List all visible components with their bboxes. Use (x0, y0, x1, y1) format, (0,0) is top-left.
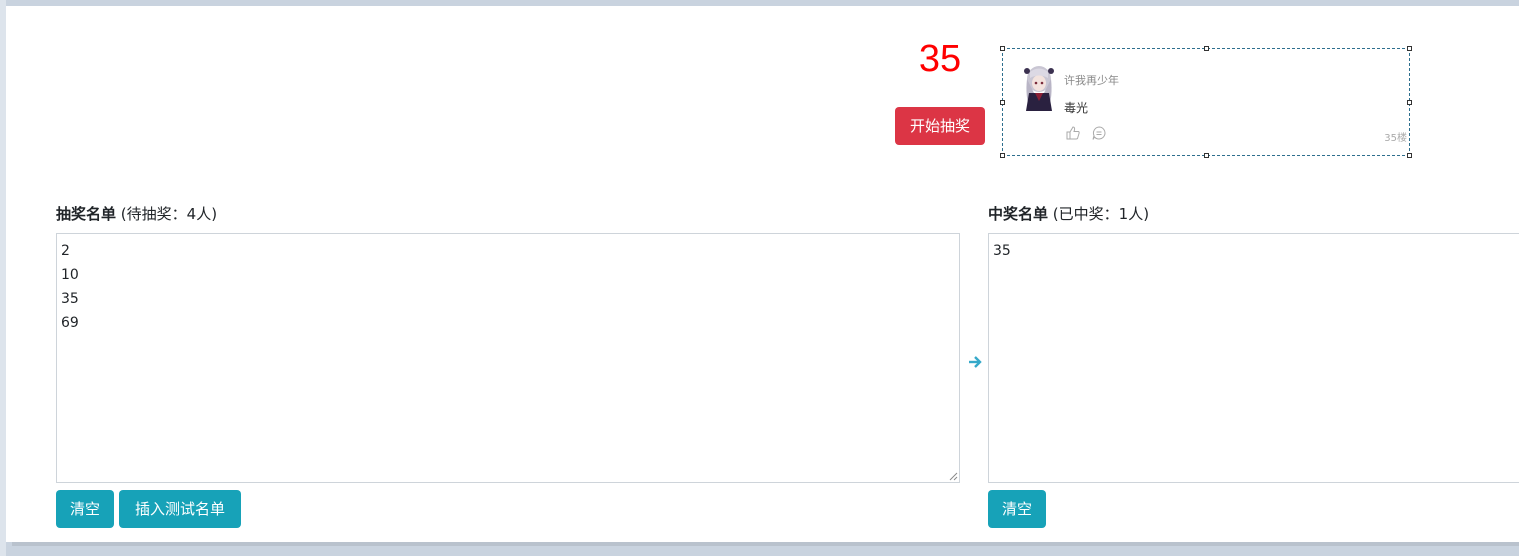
resize-handle[interactable] (1000, 100, 1005, 105)
start-draw-button[interactable]: 开始抽奖 (895, 107, 985, 145)
reply-icon[interactable] (1091, 125, 1107, 141)
comment-card[interactable]: 许我再少年 毒光 35楼 (1000, 46, 1412, 158)
pool-line: 35 (61, 291, 79, 307)
drawn-number-display: 35 (918, 38, 962, 80)
clear-pool-button[interactable]: 清空 (56, 490, 114, 528)
panel-shadow (12, 542, 1519, 546)
pool-label: 抽奖名单 (待抽奖：4人) (56, 204, 217, 224)
winners-count: (已中奖：1人) (1052, 205, 1150, 223)
resize-handle[interactable] (1407, 153, 1412, 158)
resize-handle[interactable] (1000, 46, 1005, 51)
pool-line: 10 (61, 267, 79, 283)
clear-winners-button[interactable]: 清空 (988, 490, 1046, 528)
arrow-right-icon (969, 356, 982, 368)
insert-test-list-button[interactable]: 插入测试名单 (119, 490, 241, 528)
resize-handle[interactable] (1407, 100, 1412, 105)
comment-username: 许我再少年 (1064, 74, 1119, 87)
winners-label: 中奖名单 (已中奖：1人) (988, 204, 1149, 224)
avatar-image (1024, 66, 1054, 111)
resize-handle[interactable] (1204, 46, 1209, 51)
pool-count: (待抽奖：4人) (120, 205, 218, 223)
pool-textarea[interactable]: 2 10 35 69 (56, 233, 960, 483)
pool-line: 2 (61, 243, 70, 259)
resize-handle[interactable] (1204, 153, 1209, 158)
winner-line: 35 (993, 243, 1011, 259)
resize-handle[interactable] (1000, 153, 1005, 158)
winners-title: 中奖名单 (988, 205, 1049, 223)
comment-floor: 35楼 (1384, 133, 1407, 144)
resize-grip-icon[interactable] (949, 472, 958, 481)
like-icon[interactable] (1065, 125, 1081, 141)
winners-textarea[interactable]: 35 (988, 233, 1519, 483)
pool-title: 抽奖名单 (56, 205, 117, 223)
comment-text: 毒光 (1064, 101, 1089, 115)
pool-line: 69 (61, 315, 79, 331)
resize-handle[interactable] (1407, 46, 1412, 51)
